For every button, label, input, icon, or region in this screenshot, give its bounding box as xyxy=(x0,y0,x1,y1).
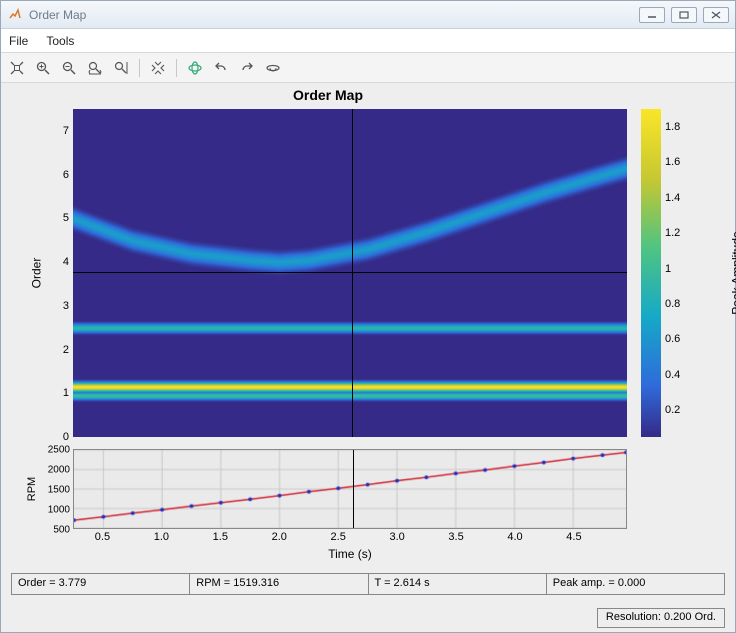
y-tick: 0 xyxy=(63,431,69,443)
titlebar[interactable]: Order Map xyxy=(1,1,735,29)
menu-file[interactable]: File xyxy=(9,34,28,48)
x-tick: 2.5 xyxy=(331,531,346,543)
matlab-icon xyxy=(7,7,23,23)
footer-resolution: Resolution: 0.200 Ord. xyxy=(597,608,725,628)
chart-title: Order Map xyxy=(1,87,655,103)
undo-icon[interactable] xyxy=(209,57,233,79)
menu-tools[interactable]: Tools xyxy=(46,34,74,48)
app-window: Order Map File Tools Order Map 01234567 … xyxy=(0,0,736,633)
colorbar-tick: 0.8 xyxy=(665,298,680,310)
rpm-y-tick: 1500 xyxy=(48,485,70,496)
toolbar xyxy=(1,53,735,83)
order-y-label: Order xyxy=(29,258,43,289)
rpm-y-tick: 2500 xyxy=(48,445,70,456)
status-time: T = 2.614 s xyxy=(369,574,547,594)
zoom-y-icon[interactable] xyxy=(109,57,133,79)
rpm-y-tick: 500 xyxy=(53,525,70,536)
figure-area: Order Map 01234567 Order 0.20.40.60.811.… xyxy=(1,83,735,632)
x-tick: 3.0 xyxy=(389,531,404,543)
rpm-y-label: RPM xyxy=(26,477,38,501)
collapse-icon[interactable] xyxy=(146,57,170,79)
status-peak: Peak amp. = 0.000 xyxy=(547,574,724,594)
colorbar-tick: 0.6 xyxy=(665,333,680,345)
zoom-x-icon[interactable] xyxy=(83,57,107,79)
colorbar-tick: 1.8 xyxy=(665,121,680,133)
rpm-y-tick: 1000 xyxy=(48,505,70,516)
y-tick: 4 xyxy=(63,256,69,268)
colorbar-canvas xyxy=(641,109,661,437)
status-row: Order = 3.779 RPM = 1519.316 T = 2.614 s… xyxy=(11,573,725,595)
x-tick: 4.5 xyxy=(566,531,581,543)
status-order: Order = 3.779 xyxy=(12,574,190,594)
menubar: File Tools xyxy=(1,29,735,53)
y-tick: 6 xyxy=(63,169,69,181)
crosshair-horizontal xyxy=(73,272,627,273)
x-tick: 3.5 xyxy=(448,531,463,543)
colorbar-tick: 1.2 xyxy=(665,227,680,239)
x-tick: 0.5 xyxy=(95,531,110,543)
close-button[interactable] xyxy=(703,7,729,23)
colorbar-tick: 0.2 xyxy=(665,404,680,416)
maximize-button[interactable] xyxy=(671,7,697,23)
zoom-out-icon[interactable] xyxy=(57,57,81,79)
colorbar-tick: 1 xyxy=(665,263,671,275)
x-tick: 4.0 xyxy=(507,531,522,543)
crosshair-vertical xyxy=(352,109,353,437)
colorbar[interactable]: 0.20.40.60.811.21.41.61.8 Peak Amplitude xyxy=(641,109,661,437)
status-rpm: RPM = 1519.316 xyxy=(190,574,368,594)
redo-icon[interactable] xyxy=(235,57,259,79)
rotate-3d-icon[interactable] xyxy=(183,57,207,79)
y-tick: 2 xyxy=(63,344,69,356)
zoom-in-icon[interactable] xyxy=(31,57,55,79)
heatmap-canvas[interactable] xyxy=(73,109,627,437)
y-tick: 5 xyxy=(63,212,69,224)
x-tick: 1.0 xyxy=(154,531,169,543)
y-tick: 7 xyxy=(63,125,69,137)
x-tick: 1.5 xyxy=(213,531,228,543)
colorbar-tick: 0.4 xyxy=(665,369,680,381)
time-x-label: Time (s) xyxy=(73,547,627,561)
y-tick: 1 xyxy=(63,387,69,399)
colorbar-label: Peak Amplitude xyxy=(730,231,736,314)
colorbar-tick: 1.4 xyxy=(665,192,680,204)
y-tick: 3 xyxy=(63,300,69,312)
colorbar-tick: 1.6 xyxy=(665,156,680,168)
order-y-ticks: 01234567 xyxy=(43,109,69,437)
rpm-axes[interactable]: 5001000150020002500 RPM xyxy=(73,449,627,529)
toolbar-separator xyxy=(176,59,177,77)
heatmap-axes[interactable]: 01234567 Order xyxy=(73,109,627,437)
minimize-button[interactable] xyxy=(639,7,665,23)
window-title: Order Map xyxy=(29,8,639,22)
time-x-ticks: 0.5 1.0 1.5 2.0 2.5 3.0 3.5 4.0 4.5 xyxy=(73,531,627,547)
toolbar-separator xyxy=(139,59,140,77)
rpm-crosshair-vertical xyxy=(353,450,354,528)
rpm-canvas[interactable] xyxy=(74,450,626,528)
link-icon[interactable] xyxy=(261,57,285,79)
x-tick: 2.0 xyxy=(272,531,287,543)
rpm-y-ticks: 5001000150020002500 xyxy=(40,450,70,528)
rpm-y-tick: 2000 xyxy=(48,465,70,476)
expand-axes-icon[interactable] xyxy=(5,57,29,79)
window-controls xyxy=(639,7,729,23)
